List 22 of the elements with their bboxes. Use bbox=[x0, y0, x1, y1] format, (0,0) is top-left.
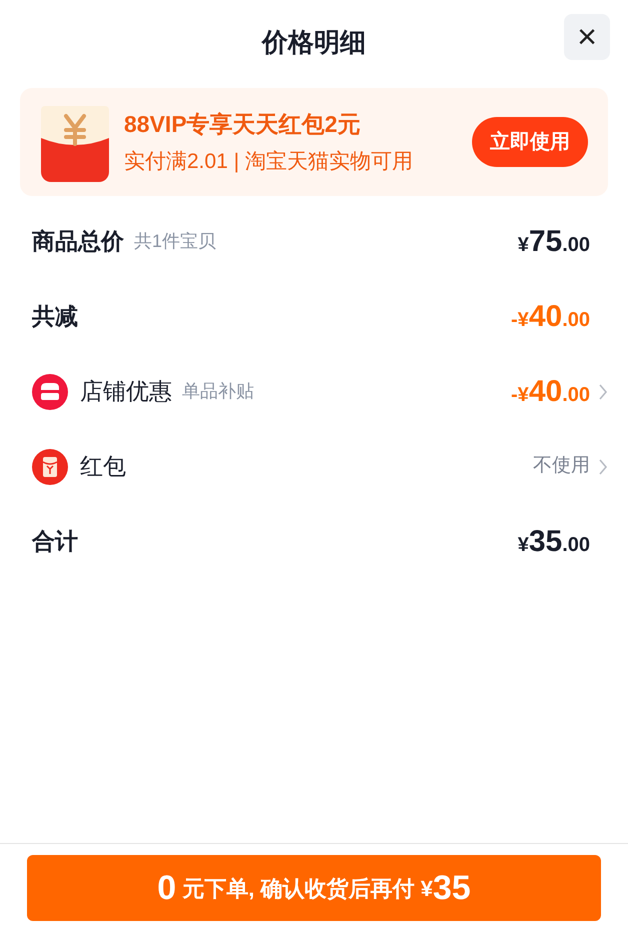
price-amount: ¥35.00 bbox=[518, 524, 590, 560]
envelope-icon bbox=[32, 448, 68, 484]
price-amount: -¥40.00 bbox=[511, 374, 590, 410]
price-amount: ¥75.00 bbox=[518, 224, 590, 260]
row-label: 商品总价 bbox=[32, 227, 124, 256]
promo-subtitle: 实付满2.01 | 淘宝天猫实物可用 bbox=[124, 148, 414, 174]
row-label: 店铺优惠 bbox=[80, 377, 172, 406]
price-amount: -¥40.00 bbox=[511, 299, 590, 335]
row-label: 共减 bbox=[32, 302, 78, 332]
row-label: 合计 bbox=[32, 527, 78, 556]
chevron-right-icon bbox=[598, 382, 608, 400]
chevron-right-icon bbox=[598, 458, 608, 476]
row-label: 红包 bbox=[80, 452, 126, 482]
store-icon bbox=[32, 374, 68, 410]
close-button[interactable]: × bbox=[564, 14, 610, 60]
row-value: 不使用 bbox=[533, 454, 590, 478]
sheet-title: 价格明细 bbox=[262, 26, 366, 58]
promo-title: 88VIP专享天天红包2元 bbox=[124, 110, 362, 139]
pay-button[interactable]: 0 元下单, 确认收货后再付 ¥35 bbox=[27, 855, 601, 921]
use-now-button[interactable]: 立即使用 bbox=[472, 117, 588, 167]
row-note: 单品补贴 bbox=[182, 380, 254, 403]
row-note: 共1件宝贝 bbox=[134, 230, 216, 253]
